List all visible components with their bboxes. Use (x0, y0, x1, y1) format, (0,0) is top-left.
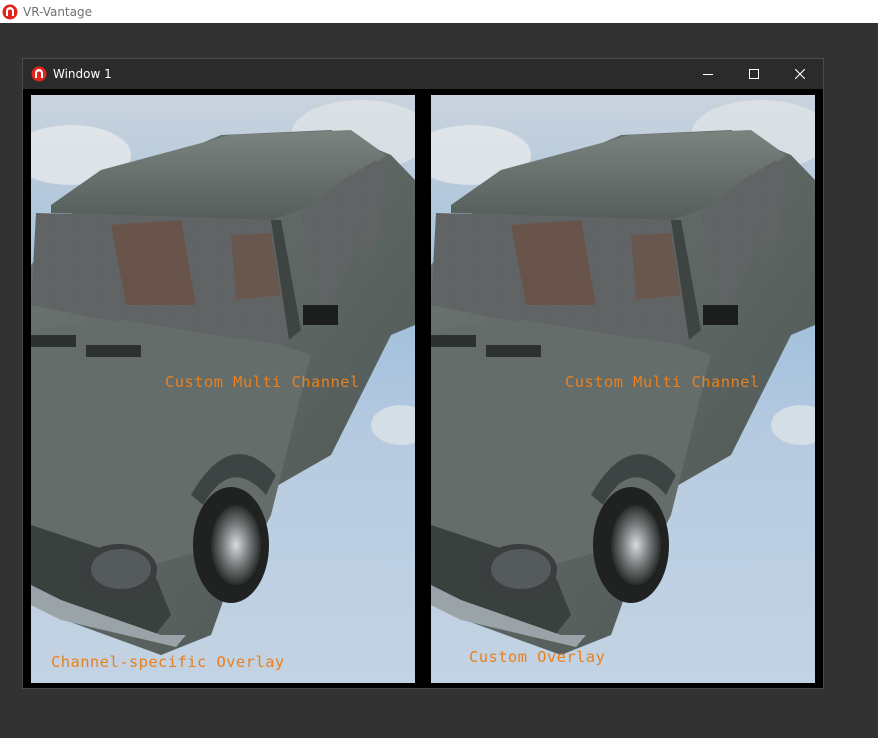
close-icon (795, 69, 805, 79)
maximize-icon (749, 69, 759, 79)
center-channel-label: Custom Multi Channel (565, 373, 760, 391)
vr-vantage-logo-icon (2, 4, 18, 20)
viewport-right[interactable]: Custom Multi Channel Custom Overlay (431, 95, 815, 683)
channel-overlay-label: Channel-specific Overlay (51, 653, 285, 671)
viewport-left[interactable]: Custom Multi Channel Channel-specific Ov… (31, 95, 415, 683)
app-title: VR-Vantage (23, 4, 92, 19)
close-button[interactable] (777, 59, 823, 89)
window-title: Window 1 (53, 67, 112, 81)
app-titlebar: VR-Vantage (0, 0, 878, 23)
minimize-button[interactable] (685, 59, 731, 89)
maximize-button[interactable] (731, 59, 777, 89)
render-window: Window 1 Custom Multi Channel Channel-sp… (22, 58, 824, 689)
window-controls (685, 59, 823, 89)
minimize-icon (703, 74, 713, 75)
vr-vantage-logo-icon (31, 66, 47, 82)
custom-overlay-label: Custom Overlay (469, 648, 606, 666)
center-channel-label: Custom Multi Channel (165, 373, 360, 391)
window-titlebar[interactable]: Window 1 (23, 59, 823, 89)
window-content: Custom Multi Channel Channel-specific Ov… (23, 89, 823, 688)
